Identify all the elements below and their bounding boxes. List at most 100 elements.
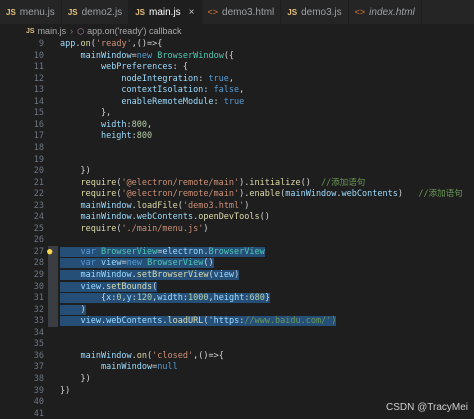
line-number: 10 xyxy=(33,50,44,61)
code-line-11[interactable]: 11 webPreferences: { xyxy=(0,61,474,73)
breadcrumb-separator: › xyxy=(70,26,74,36)
code-text: webPreferences: { xyxy=(100,62,188,73)
line-number: 24 xyxy=(33,212,44,223)
code-line-18[interactable]: 18 xyxy=(0,142,474,154)
line-number: 20 xyxy=(33,166,44,177)
code-line-9[interactable]: 9 app.on('ready',()=>{ xyxy=(0,38,474,50)
code-text: require('./main/menu.js') xyxy=(80,223,209,234)
tab-demo3-js[interactable]: JS demo3.js xyxy=(281,0,349,24)
line-number: 16 xyxy=(33,119,44,130)
line-number: 36 xyxy=(33,350,44,361)
code-text: mainWindow.on('closed',()=>{ xyxy=(80,350,224,361)
code-line-38[interactable]: 38 }) xyxy=(0,373,474,385)
line-number: 35 xyxy=(33,339,44,350)
line-number: 21 xyxy=(33,177,44,188)
code-line-34[interactable]: 34 xyxy=(0,327,474,339)
code-text: mainWindow=new BrowserWindow({ xyxy=(80,50,235,61)
code-text: enableRemoteModule: true xyxy=(121,96,245,107)
code-text: }) xyxy=(60,373,91,384)
tab-main-js[interactable]: JS main.js × xyxy=(129,0,202,24)
tab-label: demo3.html xyxy=(222,6,275,18)
code-text: view.webContents.loadURL('https://www.ba… xyxy=(60,315,337,327)
code-line-17[interactable]: 17 height:800 xyxy=(0,130,474,142)
selection-gutter xyxy=(48,315,58,328)
line-number: 14 xyxy=(33,96,44,107)
code-line-22[interactable]: 22 require('@electron/remote/main').enab… xyxy=(0,188,474,200)
line-number: 31 xyxy=(33,293,44,304)
code-line-29[interactable]: 29 mainWindow.setBrowserView(view) xyxy=(0,269,474,281)
line-number: 25 xyxy=(33,223,44,234)
code-line-37[interactable]: 37 mainWindow=null xyxy=(0,361,474,373)
code-line-20[interactable]: 20 }) xyxy=(0,165,474,177)
line-number: 27 xyxy=(33,246,44,257)
close-icon[interactable]: × xyxy=(189,7,195,18)
code-text: app.on('ready',()=>{ xyxy=(60,39,163,49)
line-number: 33 xyxy=(33,316,44,327)
code-editor[interactable]: 9 app.on('ready',()=>{10 mainWindow=new B… xyxy=(0,38,474,419)
watermark: CSDN @TracyMei xyxy=(385,402,468,413)
line-number: 9 xyxy=(38,39,44,49)
selection-gutter xyxy=(48,280,58,293)
code-text: view.setBounds( xyxy=(60,281,158,293)
code-line-19[interactable]: 19 xyxy=(0,154,474,166)
code-line-32[interactable]: 32 ) xyxy=(0,303,474,316)
code-line-13[interactable]: 13 contextIsolation: false, xyxy=(0,84,474,96)
line-number: 23 xyxy=(33,200,44,211)
html-file-icon: <> xyxy=(207,7,219,17)
tab-demo2-js[interactable]: JS demo2.js xyxy=(62,0,130,24)
code-line-16[interactable]: 16 width:800, xyxy=(0,119,474,131)
lightbulb-icon[interactable]: ● xyxy=(47,246,52,258)
code-line-39[interactable]: 39}) xyxy=(0,385,474,397)
tab-label: menu.js xyxy=(19,6,55,18)
line-number: 34 xyxy=(33,327,44,338)
tab-label: index.html xyxy=(369,6,415,18)
code-text: require('@electron/remote/main').initial… xyxy=(80,177,366,188)
line-number: 28 xyxy=(33,258,44,269)
code-line-28[interactable]: 28 var view=new BrowserView() xyxy=(0,257,474,270)
code-line-36[interactable]: 36 mainWindow.on('closed',()=>{ xyxy=(0,350,474,362)
line-number: 18 xyxy=(33,142,44,153)
code-line-27[interactable]: 27 ● var BrowserView=electron.BrowserView xyxy=(0,245,474,258)
code-text: mainWindow.loadFile('demo3.html') xyxy=(80,200,250,211)
code-text: height:800 xyxy=(100,131,153,142)
line-number: 12 xyxy=(33,73,44,84)
code-text: nodeIntegration: true, xyxy=(121,73,235,84)
code-line-12[interactable]: 12 nodeIntegration: true, xyxy=(0,73,474,85)
code-line-33[interactable]: 33 view.webContents.loadURL('https://www… xyxy=(0,315,474,328)
tab-demo3-html[interactable]: <> demo3.html xyxy=(202,0,282,24)
code-text: mainWindow=null xyxy=(100,362,178,373)
tab-menu-js[interactable]: JS menu.js xyxy=(0,0,62,24)
selection-gutter xyxy=(48,292,58,305)
js-file-icon: JS xyxy=(67,7,78,17)
js-file-icon: JS xyxy=(287,7,298,17)
code-line-14[interactable]: 14 enableRemoteModule: true xyxy=(0,96,474,108)
line-number: 39 xyxy=(33,385,44,396)
line-number: 40 xyxy=(33,397,44,408)
code-text: }) xyxy=(60,166,91,177)
line-number: 32 xyxy=(33,304,44,315)
code-line-23[interactable]: 23 mainWindow.loadFile('demo3.html') xyxy=(0,200,474,212)
code-text: }, xyxy=(60,108,112,119)
code-line-35[interactable]: 35 xyxy=(0,338,474,350)
breadcrumb-symbol[interactable]: app.on('ready') callback xyxy=(87,26,182,36)
code-line-15[interactable]: 15 }, xyxy=(0,107,474,119)
code-text: contextIsolation: false, xyxy=(121,85,245,96)
breadcrumb-file[interactable]: main.js xyxy=(38,26,67,36)
tab-label: demo2.js xyxy=(81,6,123,18)
code-line-25[interactable]: 25 require('./main/menu.js') xyxy=(0,223,474,235)
code-line-21[interactable]: 21 require('@electron/remote/main').init… xyxy=(0,177,474,189)
tab-index-html[interactable]: <> index.html xyxy=(349,0,422,24)
function-symbol-icon: ⬡ xyxy=(77,26,85,36)
selection-gutter xyxy=(48,269,58,281)
line-number: 17 xyxy=(33,131,44,142)
tab-label: main.js xyxy=(148,6,181,18)
code-line-26[interactable]: 26 xyxy=(0,234,474,246)
code-line-31[interactable]: 31 {x:0,y:120,width:1000,height:680} xyxy=(0,292,474,305)
code-line-24[interactable]: 24 mainWindow.webContents.openDevTools() xyxy=(0,211,474,223)
code-text: var BrowserView=electron.BrowserView xyxy=(60,246,265,258)
editor-tab-bar: JS menu.js JS demo2.js JS main.js × <> demo3.htm… xyxy=(0,0,474,24)
code-line-10[interactable]: 10 mainWindow=new BrowserWindow({ xyxy=(0,50,474,62)
code-text: require('@electron/remote/main').enable(… xyxy=(80,189,463,200)
code-text: var view=new BrowserView() xyxy=(60,257,214,269)
code-line-30[interactable]: 30 view.setBounds( xyxy=(0,280,474,293)
